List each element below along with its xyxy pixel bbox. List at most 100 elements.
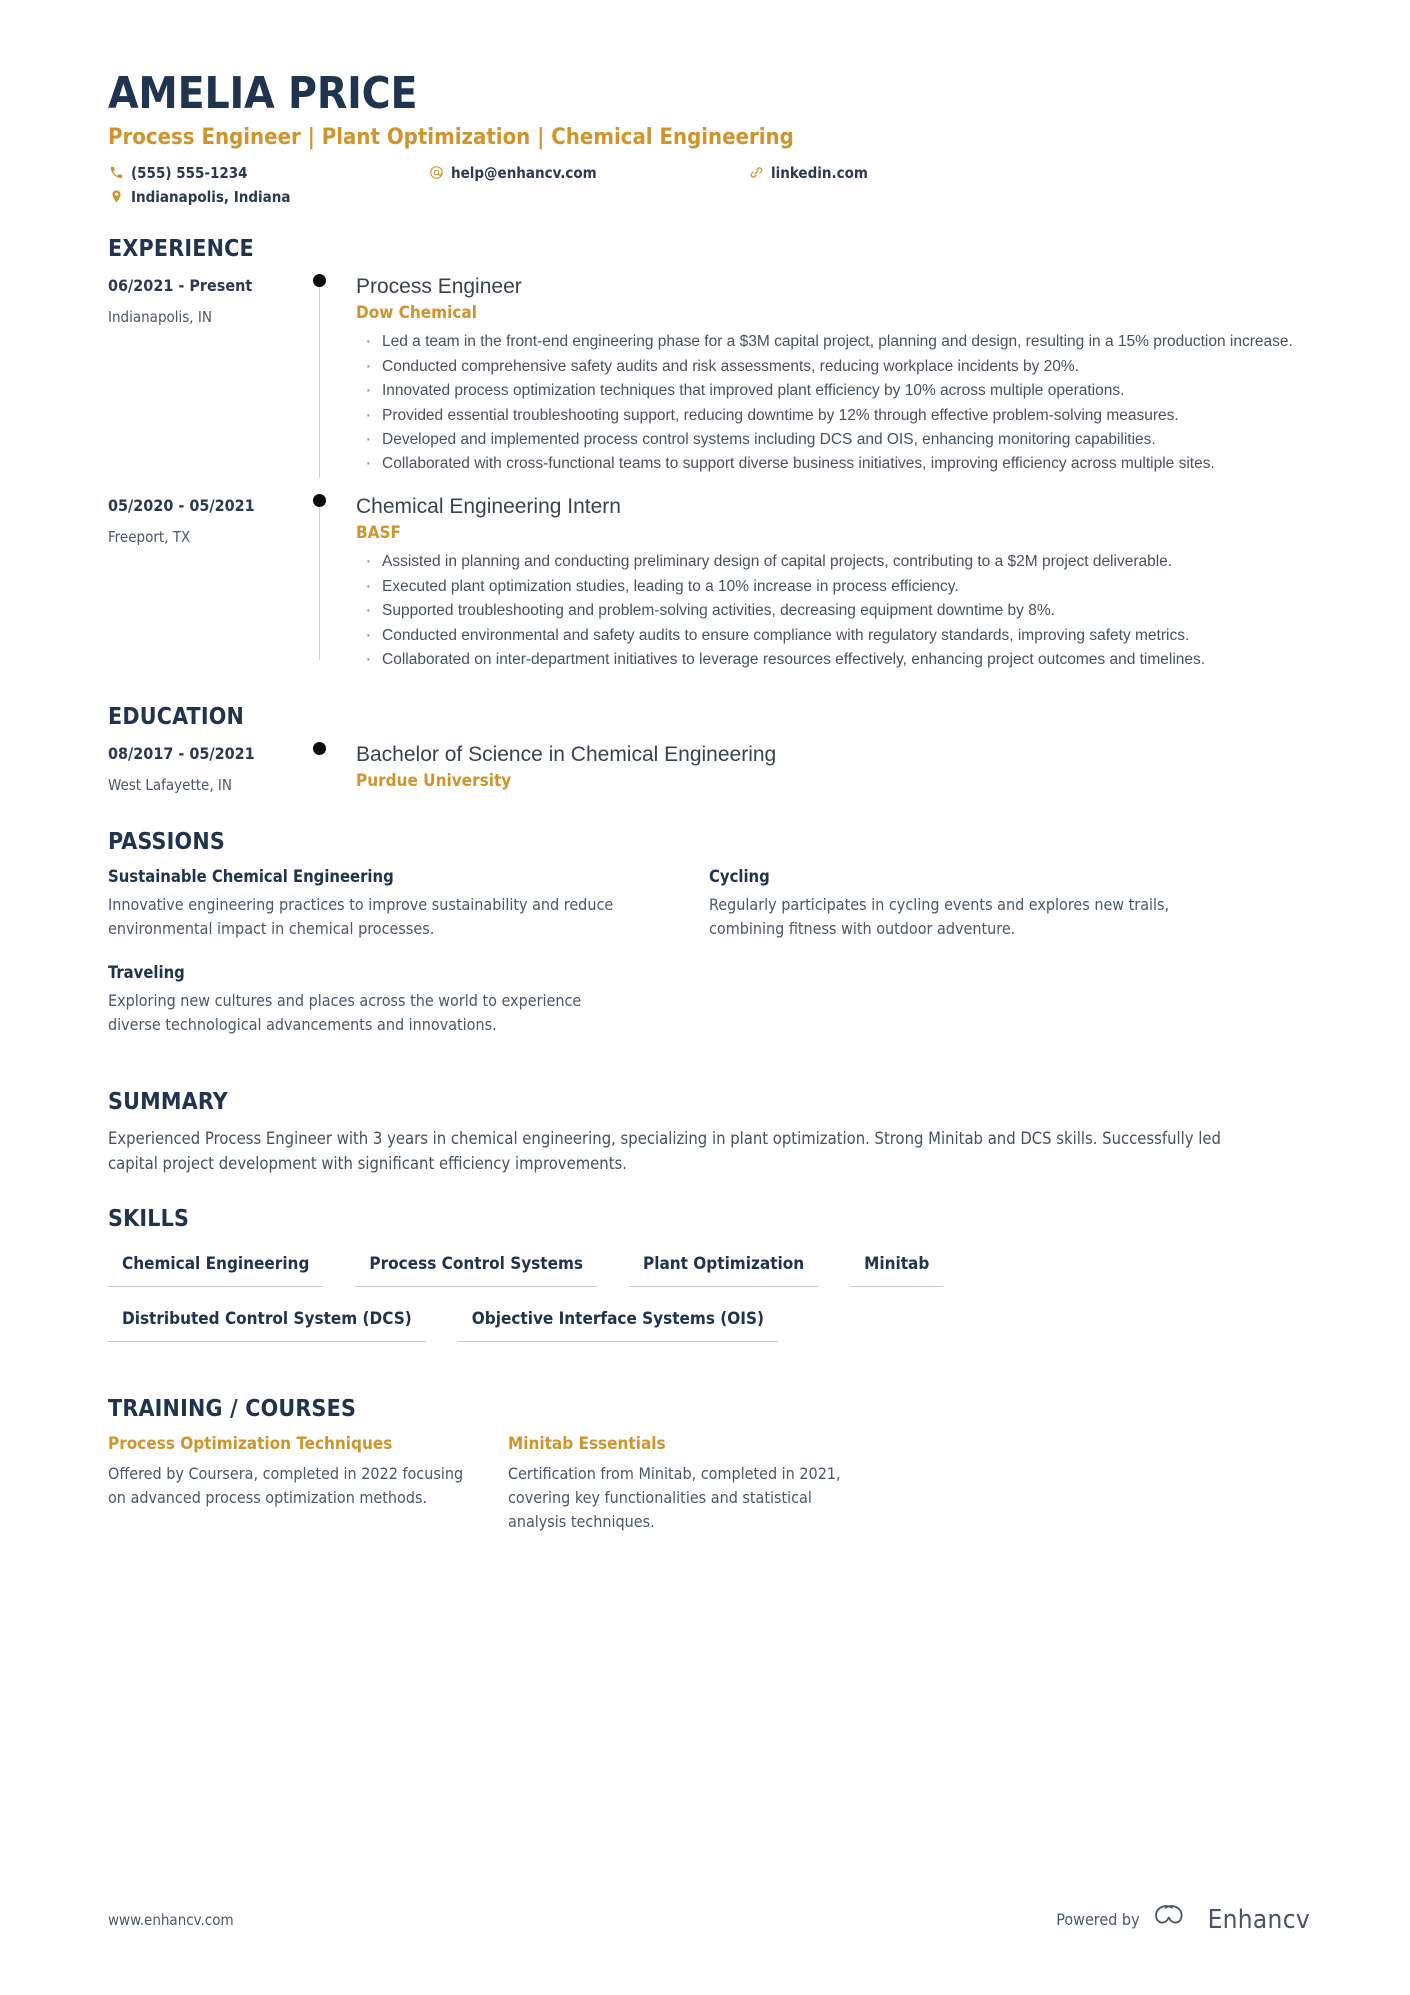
education-entry-school: Purdue University: [356, 770, 512, 791]
section-training: TRAINING / COURSES Process Optimization …: [108, 1396, 1310, 1534]
passion-item: Cycling Regularly participates in cyclin…: [709, 867, 1310, 941]
contact-linkedin-text: linkedin.com: [771, 163, 868, 182]
experience-entry: 05/2020 - 05/2021 Freeport, TX Chemical …: [108, 493, 1310, 675]
section-title-summary: SUMMARY: [108, 1088, 228, 1115]
education-entry-body: Bachelor of Science in Chemical Engineer…: [356, 742, 1310, 799]
skill-tag: Distributed Control System (DCS): [108, 1299, 426, 1343]
training-title: Minitab Essentials: [508, 1434, 666, 1455]
resume-page: AMELIA PRICE Process Engineer | Plant Op…: [0, 0, 1410, 1995]
bullet-item: Innovated process optimization technique…: [356, 376, 1310, 406]
timeline-line: [319, 499, 320, 660]
experience-entry-meta: 05/2020 - 05/2021 Freeport, TX: [108, 494, 308, 674]
passions-list: Sustainable Chemical Engineering Innovat…: [108, 867, 1310, 1059]
contact-location-text: Indianapolis, Indiana: [131, 187, 291, 206]
bullet-item: Collaborated on inter-department initiat…: [356, 645, 1310, 675]
bullet-item: Assisted in planning and conducting prel…: [356, 547, 1310, 577]
link-icon: [748, 165, 764, 181]
education-entry-meta: 08/2017 - 05/2021 West Lafayette, IN: [108, 742, 308, 799]
enhancv-brand-name: Enhancv: [1207, 1904, 1310, 1935]
experience-entry-role: Process Engineer: [356, 274, 522, 298]
section-summary: SUMMARY Experienced Process Engineer wit…: [108, 1089, 1310, 1177]
section-title-education: EDUCATION: [108, 703, 245, 730]
timeline-rail: [308, 741, 356, 799]
training-text: Offered by Coursera, completed in 2022 f…: [108, 1464, 464, 1508]
experience-entry-location: Freeport, TX: [108, 527, 191, 546]
section-experience: EXPERIENCE 06/2021 - Present Indianapoli…: [108, 235, 1310, 675]
section-education: EDUCATION 08/2017 - 05/2021 West Lafayet…: [108, 704, 1310, 799]
experience-entry-role: Chemical Engineering Intern: [356, 494, 621, 518]
bullet-item: Provided essential troubleshooting suppo…: [356, 400, 1310, 430]
timeline-rail: [308, 273, 356, 478]
enhancv-logo-icon: [1152, 1904, 1196, 1935]
experience-entry-location: Indianapolis, IN: [108, 307, 212, 326]
experience-entry-date: 05/2020 - 05/2021: [108, 495, 255, 515]
candidate-name: AMELIA PRICE: [108, 68, 418, 119]
location-icon: [108, 189, 124, 205]
experience-entry: 06/2021 - Present Indianapolis, IN Proce…: [108, 273, 1310, 479]
experience-entry-date: 06/2021 - Present: [108, 275, 253, 295]
bullet-item: Led a team in the front-end engineering …: [356, 327, 1310, 357]
contact-email[interactable]: help@enhancv.com: [428, 164, 748, 182]
section-title-passions: PASSIONS: [108, 828, 225, 855]
passion-item: Traveling Exploring new cultures and pla…: [108, 963, 709, 1037]
training-item: Process Optimization Techniques Offered …: [108, 1434, 508, 1534]
timeline-dot: [313, 273, 326, 287]
timeline-line: [319, 279, 320, 478]
contact-location: Indianapolis, Indiana: [108, 188, 428, 206]
skill-tag: Plant Optimization: [629, 1244, 819, 1288]
education-entry: 08/2017 - 05/2021 West Lafayette, IN Bac…: [108, 741, 1310, 799]
section-title-training: TRAINING / COURSES: [108, 1396, 357, 1423]
experience-entry-body: Chemical Engineering Intern BASF Assiste…: [356, 494, 1310, 675]
section-title-skills: SKILLS: [108, 1206, 190, 1233]
email-icon: [428, 165, 444, 181]
summary-text: Experienced Process Engineer with 3 year…: [108, 1128, 1221, 1173]
timeline-dot: [313, 741, 326, 755]
timeline-dot: [313, 493, 326, 507]
contact-linkedin[interactable]: linkedin.com: [748, 164, 1028, 182]
contact-list: (555) 555-1234 help@enhancv.com linkedin…: [108, 164, 1048, 206]
section-passions: PASSIONS Sustainable Chemical Engineerin…: [108, 829, 1310, 1059]
education-entry-date: 08/2017 - 05/2021: [108, 743, 255, 763]
experience-entry-meta: 06/2021 - Present Indianapolis, IN: [108, 274, 308, 478]
passion-title: Cycling: [709, 866, 770, 886]
passion-text: Regularly participates in cycling events…: [709, 894, 1170, 938]
training-text: Certification from Minitab, completed in…: [508, 1464, 841, 1532]
page-footer: www.enhancv.com Powered by Enhancv: [108, 1904, 1310, 1935]
experience-entry-bullets: Led a team in the front-end engineering …: [356, 327, 1310, 479]
bullet-item: Developed and implemented process contro…: [356, 425, 1310, 455]
candidate-headline: Process Engineer | Plant Optimization | …: [108, 125, 794, 151]
education-entry-location: West Lafayette, IN: [108, 775, 232, 794]
contact-email-text: help@enhancv.com: [451, 163, 597, 182]
timeline-rail: [308, 493, 356, 674]
skill-tag: Process Control Systems: [355, 1244, 598, 1288]
passion-title: Sustainable Chemical Engineering: [108, 866, 394, 886]
passion-item: Sustainable Chemical Engineering Innovat…: [108, 867, 709, 941]
passion-text: Exploring new cultures and places across…: [108, 990, 582, 1034]
skills-list: Chemical Engineering Process Control Sys…: [108, 1244, 1288, 1354]
powered-by-label: Powered by: [1056, 1910, 1140, 1929]
section-skills: SKILLS Chemical Engineering Process Cont…: [108, 1206, 1310, 1354]
bullet-item: Collaborated with cross-functional teams…: [356, 449, 1310, 479]
resume-header: AMELIA PRICE Process Engineer | Plant Op…: [108, 68, 1310, 206]
bullet-item: Executed plant optimization studies, lea…: [356, 572, 1310, 602]
skill-tag: Chemical Engineering: [108, 1244, 324, 1288]
experience-entry-company: BASF: [356, 523, 401, 544]
training-item: Minitab Essentials Certification from Mi…: [508, 1434, 908, 1534]
bullet-item: Conducted comprehensive safety audits an…: [356, 352, 1310, 382]
experience-entry-body: Process Engineer Dow Chemical Led a team…: [356, 274, 1310, 479]
section-title-experience: EXPERIENCE: [108, 235, 254, 262]
contact-phone-text: (555) 555-1234: [131, 163, 248, 182]
training-title: Process Optimization Techniques: [108, 1434, 393, 1455]
bullet-item: Conducted environmental and safety audit…: [356, 621, 1310, 651]
passion-text: Innovative engineering practices to impr…: [108, 894, 614, 938]
contact-phone[interactable]: (555) 555-1234: [108, 164, 428, 182]
bullet-item: Supported troubleshooting and problem-so…: [356, 596, 1310, 626]
footer-brand: Powered by Enhancv: [1056, 1904, 1310, 1935]
skill-tag: Minitab: [850, 1244, 944, 1288]
passion-title: Traveling: [108, 962, 185, 982]
footer-website-url[interactable]: www.enhancv.com: [108, 1911, 234, 1929]
training-list: Process Optimization Techniques Offered …: [108, 1434, 1310, 1534]
education-entry-degree: Bachelor of Science in Chemical Engineer…: [356, 742, 777, 766]
experience-entry-company: Dow Chemical: [356, 303, 477, 324]
skill-tag: Objective Interface Systems (OIS): [457, 1299, 778, 1343]
